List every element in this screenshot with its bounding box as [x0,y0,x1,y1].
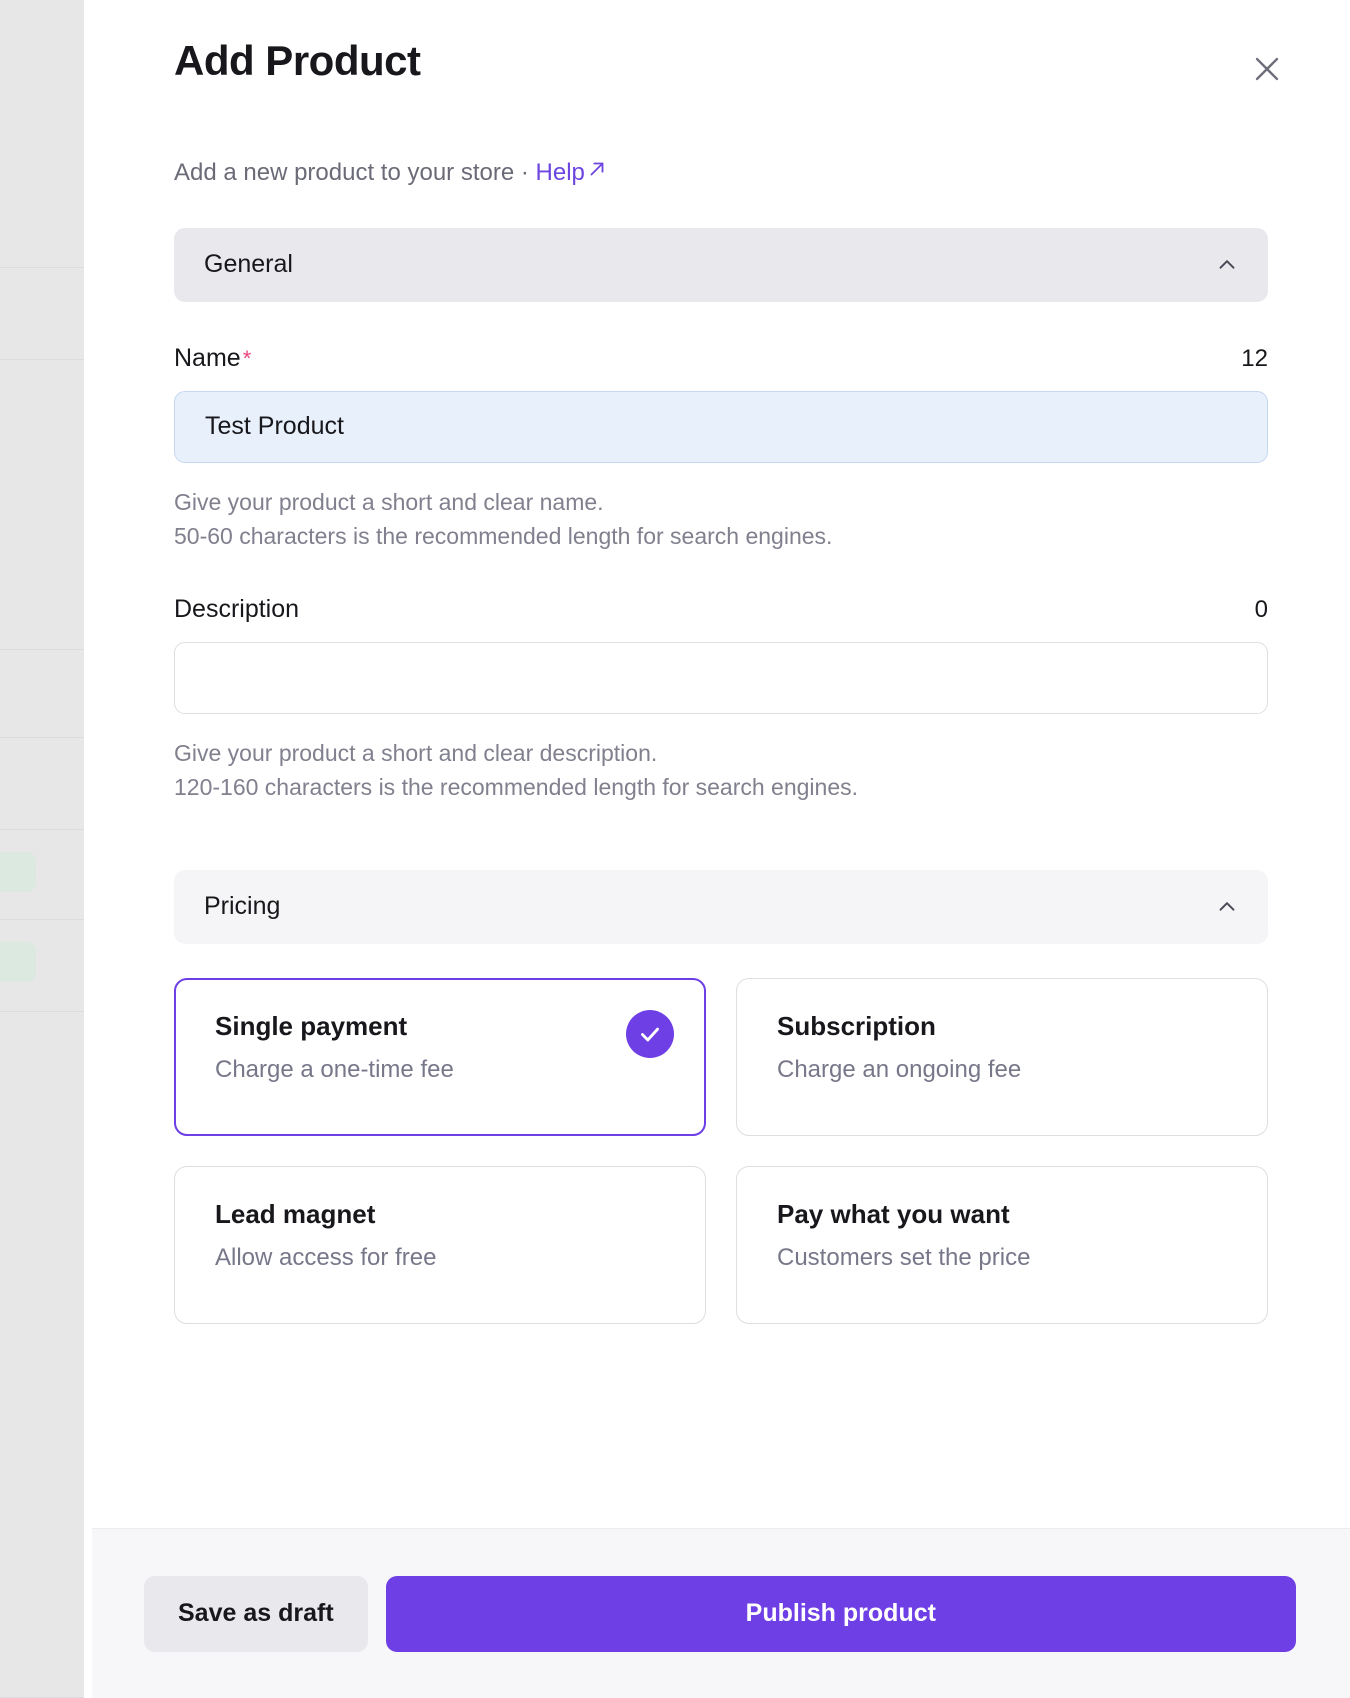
pricing-option-single-payment[interactable]: Single payment Charge a one-time fee [174,978,706,1136]
field-name-hint: Give your product a short and clear name… [174,485,1268,553]
background-table-row [0,920,92,1012]
pricing-option-title: Pay what you want [777,1199,1233,1230]
publish-product-button[interactable]: Publish product [386,1576,1296,1652]
pricing-option-title: Lead magnet [215,1199,671,1230]
close-button[interactable] [1244,46,1290,92]
field-description-hint: Give your product a short and clear desc… [174,736,1268,804]
chevron-up-icon[interactable] [1214,894,1240,920]
close-icon [1250,52,1284,86]
pricing-options-grid: Single payment Charge a one-time fee Sub… [174,978,1268,1324]
background-table-row [0,360,92,650]
pricing-option-subtitle: Charge a one-time fee [215,1056,671,1084]
description-input[interactable] [174,642,1268,714]
field-name-counter: 12 [1241,345,1268,373]
field-name-hint-line-1: Give your product a short and clear name… [174,485,1268,519]
help-link-label: Help [536,156,585,190]
field-name-hint-line-2: 50-60 characters is the recommended leng… [174,519,1268,553]
name-input[interactable]: Test Product [174,391,1268,463]
field-description: Description 0 Give your product a short … [174,595,1268,804]
external-link-arrow-icon [586,156,608,190]
status-badge [0,942,36,982]
pricing-option-subscription[interactable]: Subscription Charge an ongoing fee [736,978,1268,1136]
pricing-option-subtitle: Allow access for free [215,1244,671,1272]
pricing-option-pay-what-you-want[interactable]: Pay what you want Customers set the pric… [736,1166,1268,1324]
help-link[interactable]: Help [536,156,608,190]
subtitle-text: Add a new product to your store · [174,159,536,186]
required-asterisk: * [243,346,252,371]
field-name-label-text: Name [174,344,241,372]
background-table-row [0,1012,92,1698]
section-header-pricing[interactable]: Pricing [174,870,1268,944]
modal-body: Add Product Add a new product to your st… [92,0,1350,1528]
section-header-pricing-label: Pricing [204,892,280,921]
background-edge [84,0,92,1698]
pricing-option-title: Single payment [215,1011,671,1042]
chevron-up-icon[interactable] [1214,252,1240,278]
background-table-row [0,830,92,920]
page-title: Add Product [174,38,420,84]
field-name: Name* 12 Test Product Give your product … [174,344,1268,553]
add-product-modal: Add Product Add a new product to your st… [92,0,1350,1698]
background-table-row [0,738,92,830]
field-name-label: Name* [174,344,251,373]
field-description-counter: 0 [1255,596,1268,624]
modal-subtitle: Add a new product to your store · Help [92,92,1350,190]
pricing-option-subtitle: Customers set the price [777,1244,1233,1272]
section-header-general[interactable]: General [174,228,1268,302]
field-description-hint-line-2: 120-160 characters is the recommended le… [174,770,1268,804]
background-table-row [0,268,92,360]
status-badge [0,852,36,892]
pricing-option-lead-magnet[interactable]: Lead magnet Allow access for free [174,1166,706,1324]
pricing-option-subtitle: Charge an ongoing fee [777,1056,1233,1084]
field-description-hint-line-1: Give your product a short and clear desc… [174,736,1268,770]
section-header-general-label: General [204,250,293,279]
field-description-top: Description 0 [174,595,1268,624]
field-name-top: Name* 12 [174,344,1268,373]
background-table [0,0,92,1698]
modal-footer: Save as draft Publish product [92,1528,1350,1698]
pricing-option-title: Subscription [777,1011,1233,1042]
modal-header: Add Product [92,0,1350,92]
background-table-row [0,0,92,268]
app-root: Add Product Add a new product to your st… [0,0,1350,1698]
background-table-row [0,650,92,738]
check-icon [626,1010,674,1058]
field-description-label: Description [174,595,299,624]
save-as-draft-button[interactable]: Save as draft [144,1576,368,1652]
